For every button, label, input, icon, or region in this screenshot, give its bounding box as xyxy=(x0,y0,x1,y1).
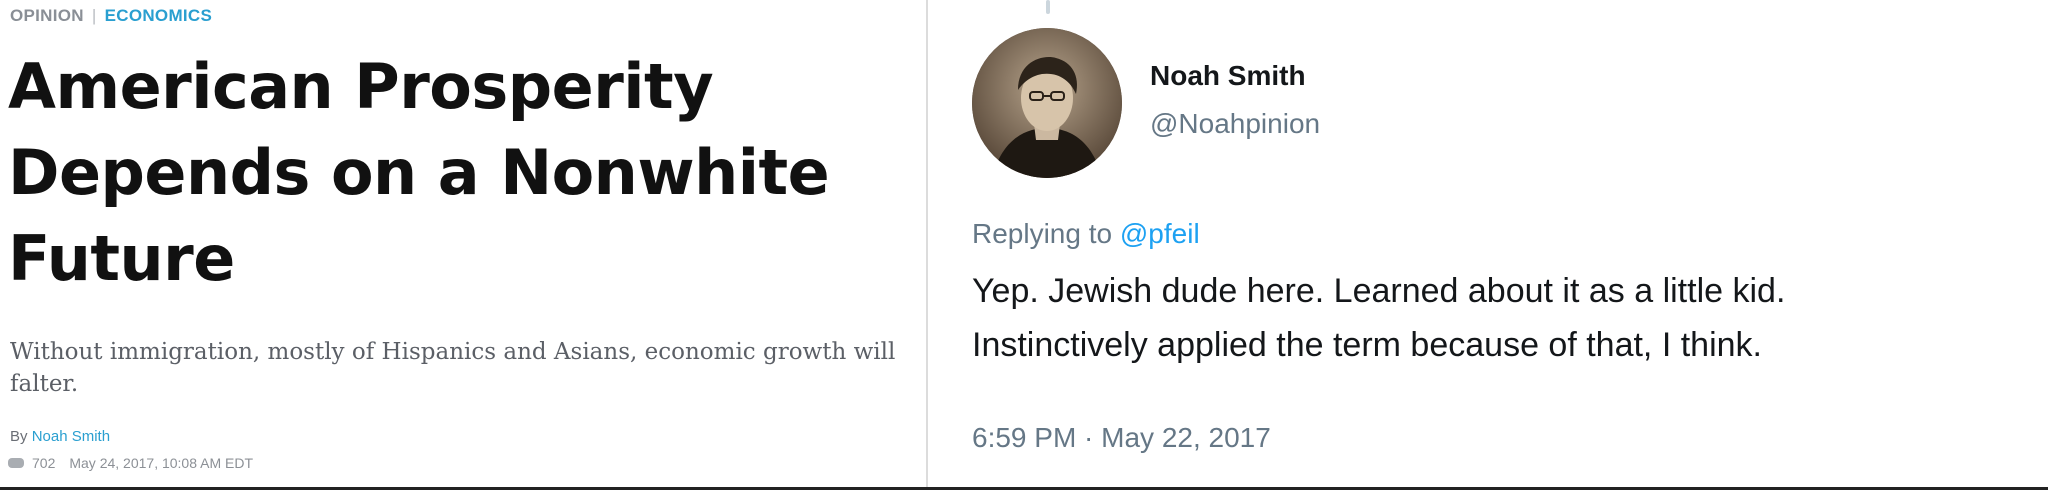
replying-prefix: Replying to xyxy=(972,218,1113,249)
article-kicker: OPINION | ECONOMICS xyxy=(10,6,212,26)
article-dek: Without immigration, mostly of Hispanics… xyxy=(10,339,896,397)
article-headline: American Prosperity Depends on a Nonwhit… xyxy=(8,44,918,302)
tweet-author-name[interactable]: Noah Smith xyxy=(1150,60,1306,92)
tweet-panel: Noah Smith @Noahpinion Replying to @pfei… xyxy=(928,0,2048,490)
comment-icon[interactable] xyxy=(8,458,24,468)
comment-count[interactable]: 702 xyxy=(32,455,55,471)
article-meta: 702 May 24, 2017, 10:08 AM EDT xyxy=(8,455,253,471)
headline-line: Future xyxy=(8,222,235,295)
tweet-author-handle[interactable]: @Noahpinion xyxy=(1150,108,1320,140)
topic-link[interactable]: ECONOMICS xyxy=(105,6,213,25)
tweet-text-line: Yep. Jewish dude here. Learned about it … xyxy=(972,272,1786,310)
tweet-timestamp[interactable]: 6:59 PM · May 22, 2017 xyxy=(972,422,1271,454)
article-date: May 24, 2017, 10:08 AM EDT xyxy=(69,455,254,471)
tweet-text-line: Instinctively applied the term because o… xyxy=(972,326,1762,364)
reply-mention-link[interactable]: @pfeil xyxy=(1120,218,1200,249)
replying-to: Replying to @pfeil xyxy=(972,218,1200,250)
avatar-photo-icon xyxy=(972,28,1122,178)
byline: By Noah Smith xyxy=(10,428,110,445)
headline-line: American Prosperity xyxy=(8,50,714,123)
byline-prefix: By xyxy=(10,428,28,445)
section-link[interactable]: OPINION xyxy=(10,6,84,25)
headline-line: Depends on a Nonwhite xyxy=(8,136,830,209)
tweet-text: Yep. Jewish dude here. Learned about it … xyxy=(972,264,2032,372)
thread-connector-line xyxy=(1046,0,1050,14)
avatar[interactable] xyxy=(972,28,1122,178)
kicker-separator: | xyxy=(91,6,97,25)
author-link[interactable]: Noah Smith xyxy=(32,428,110,445)
article-panel: OPINION | ECONOMICS American Prosperity De… xyxy=(0,0,926,490)
